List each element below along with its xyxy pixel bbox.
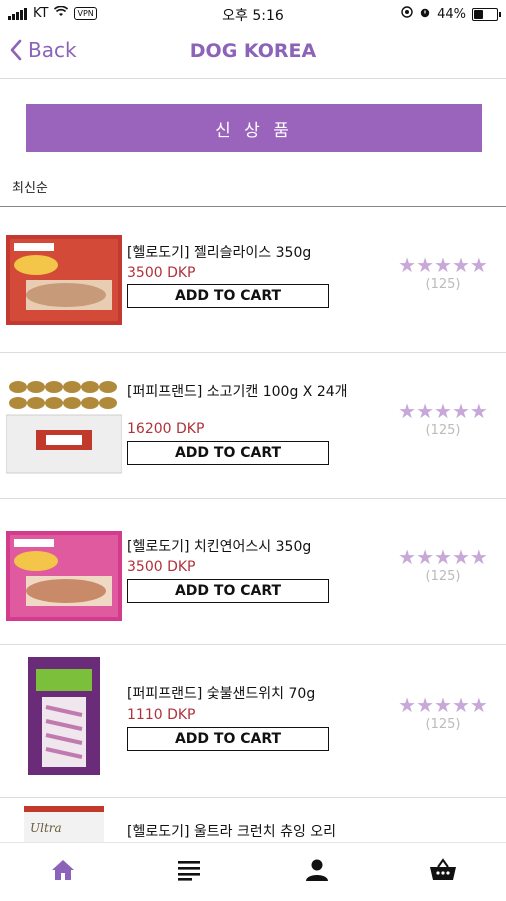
sort-label[interactable]: 최신순: [12, 177, 48, 196]
product-price: 1110 DKP: [127, 707, 196, 723]
status-bar: KT VPN 오후 5:16 44%: [0, 0, 506, 28]
add-to-cart-button[interactable]: ADD TO CART: [127, 284, 329, 308]
chevron-left-icon: [10, 39, 22, 61]
list-icon: [177, 859, 201, 885]
product-item[interactable]: [헬로도기] 젤리슬라이스 350g 3500 DKP ADD TO CART …: [0, 207, 506, 353]
back-button[interactable]: Back: [10, 38, 77, 62]
tab-bar: [0, 842, 506, 901]
product-item[interactable]: [퍼피프랜드] 숯불샌드위치 70g 1110 DKP ADD TO CART …: [0, 645, 506, 798]
tab-home[interactable]: [48, 857, 78, 887]
basket-icon: [429, 858, 457, 886]
product-name: [퍼피프랜드] 소고기캔 100g X 24개: [127, 384, 348, 400]
product-image: Ultra: [24, 806, 104, 842]
star-rating-icon: ★★★★★: [398, 399, 488, 423]
product-price: 3500 DKP: [127, 265, 196, 281]
product-name: [헬로도기] 치킨연어스시 350g: [127, 539, 312, 555]
product-image: [6, 235, 122, 325]
review-count: (125): [425, 569, 461, 584]
product-image: [6, 531, 122, 621]
rating: ★★★★★ (125): [391, 547, 495, 584]
product-price: 16200 DKP: [127, 421, 205, 437]
battery-percent: 44%: [437, 6, 466, 22]
rating: ★★★★★ (125): [391, 401, 495, 438]
review-count: (125): [425, 717, 461, 732]
new-products-button[interactable]: 신 상 품: [26, 104, 482, 152]
product-image: [5, 375, 123, 474]
status-right: 44%: [401, 6, 501, 22]
review-count: (125): [425, 423, 461, 438]
nav-bar: Back DOG KOREA: [0, 28, 506, 79]
star-rating-icon: ★★★★★: [398, 545, 488, 569]
product-name: [퍼피프랜드] 숯불샌드위치 70g: [127, 686, 316, 702]
tab-cart[interactable]: [428, 857, 458, 887]
product-image: [28, 657, 100, 775]
product-item[interactable]: [퍼피프랜드] 소고기캔 100g X 24개 16200 DKP ADD TO…: [0, 353, 506, 499]
svg-text:Ultra: Ultra: [30, 821, 62, 835]
product-item[interactable]: Ultra [헬로도기] 울트라 크런치 츄잉 오리: [0, 798, 506, 842]
alarm-icon: [419, 6, 431, 22]
rating: ★★★★★ (125): [391, 695, 495, 732]
star-rating-icon: ★★★★★: [398, 693, 488, 717]
product-price: 3500 DKP: [127, 559, 196, 575]
location-icon: [401, 6, 413, 22]
add-to-cart-button[interactable]: ADD TO CART: [127, 579, 329, 603]
back-label: Back: [28, 38, 77, 62]
product-item[interactable]: [헬로도기] 치킨연어스시 350g 3500 DKP ADD TO CART …: [0, 499, 506, 645]
product-name: [헬로도기] 젤리슬라이스 350g: [127, 245, 312, 261]
tab-list[interactable]: [174, 857, 204, 887]
add-to-cart-button[interactable]: ADD TO CART: [127, 441, 329, 465]
review-count: (125): [425, 277, 461, 292]
star-rating-icon: ★★★★★: [398, 253, 488, 277]
user-icon: [305, 858, 329, 886]
rating: ★★★★★ (125): [391, 255, 495, 292]
home-icon: [50, 858, 76, 886]
add-to-cart-button[interactable]: ADD TO CART: [127, 727, 329, 751]
tab-profile[interactable]: [302, 857, 332, 887]
product-name: [헬로도기] 울트라 크런치 츄잉 오리: [127, 824, 337, 840]
battery-icon: [472, 7, 501, 21]
